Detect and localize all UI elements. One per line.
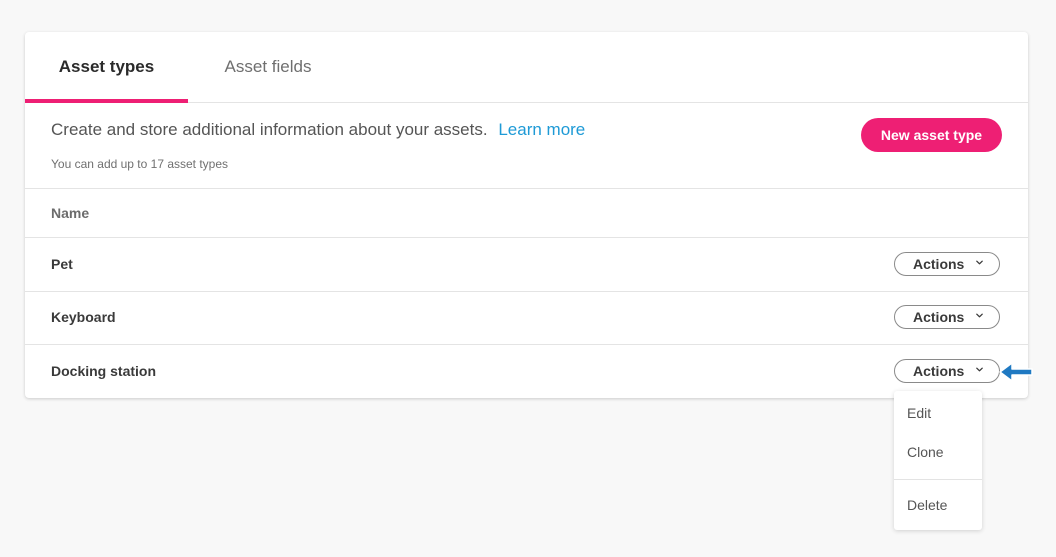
table-row: Keyboard Actions bbox=[25, 292, 1028, 345]
chevron-down-icon bbox=[976, 367, 983, 372]
actions-button[interactable]: Actions bbox=[894, 305, 1000, 329]
asset-type-name: Docking station bbox=[51, 363, 157, 379]
table-row: Docking station Actions bbox=[25, 345, 1028, 398]
chevron-down-icon bbox=[976, 313, 983, 318]
tab-bar: Asset types Asset fields bbox=[25, 32, 1028, 103]
actions-dropdown-menu: Edit Clone Delete bbox=[894, 391, 982, 530]
menu-item-delete[interactable]: Delete bbox=[907, 497, 947, 513]
actions-label: Actions bbox=[913, 256, 965, 272]
new-asset-type-button[interactable]: New asset type bbox=[861, 118, 1002, 152]
menu-divider bbox=[894, 479, 982, 480]
chevron-down-icon bbox=[976, 260, 983, 265]
column-header-name: Name bbox=[51, 205, 90, 221]
table-header-row: Name bbox=[25, 189, 1028, 238]
asset-type-name: Pet bbox=[51, 256, 73, 272]
table-row: Pet Actions bbox=[25, 238, 1028, 292]
actions-button[interactable]: Actions bbox=[894, 252, 1000, 276]
tab-asset-fields[interactable]: Asset fields bbox=[203, 32, 333, 102]
actions-label: Actions bbox=[913, 309, 965, 325]
learn-more-link[interactable]: Learn more bbox=[498, 120, 585, 139]
intro-text: Create and store additional information … bbox=[51, 120, 585, 140]
actions-label: Actions bbox=[913, 363, 965, 379]
intro-description: Create and store additional information … bbox=[51, 120, 488, 139]
intro-section: Create and store additional information … bbox=[25, 103, 1028, 189]
tab-asset-types[interactable]: Asset types bbox=[25, 32, 188, 103]
menu-item-edit[interactable]: Edit bbox=[907, 405, 931, 421]
actions-button[interactable]: Actions bbox=[894, 359, 1000, 383]
asset-types-card: Asset types Asset fields Create and stor… bbox=[25, 32, 1028, 398]
arrow-left-icon bbox=[999, 362, 1033, 382]
menu-item-clone[interactable]: Clone bbox=[907, 444, 944, 460]
asset-type-name: Keyboard bbox=[51, 309, 116, 325]
asset-type-limit-text: You can add up to 17 asset types bbox=[51, 157, 229, 171]
